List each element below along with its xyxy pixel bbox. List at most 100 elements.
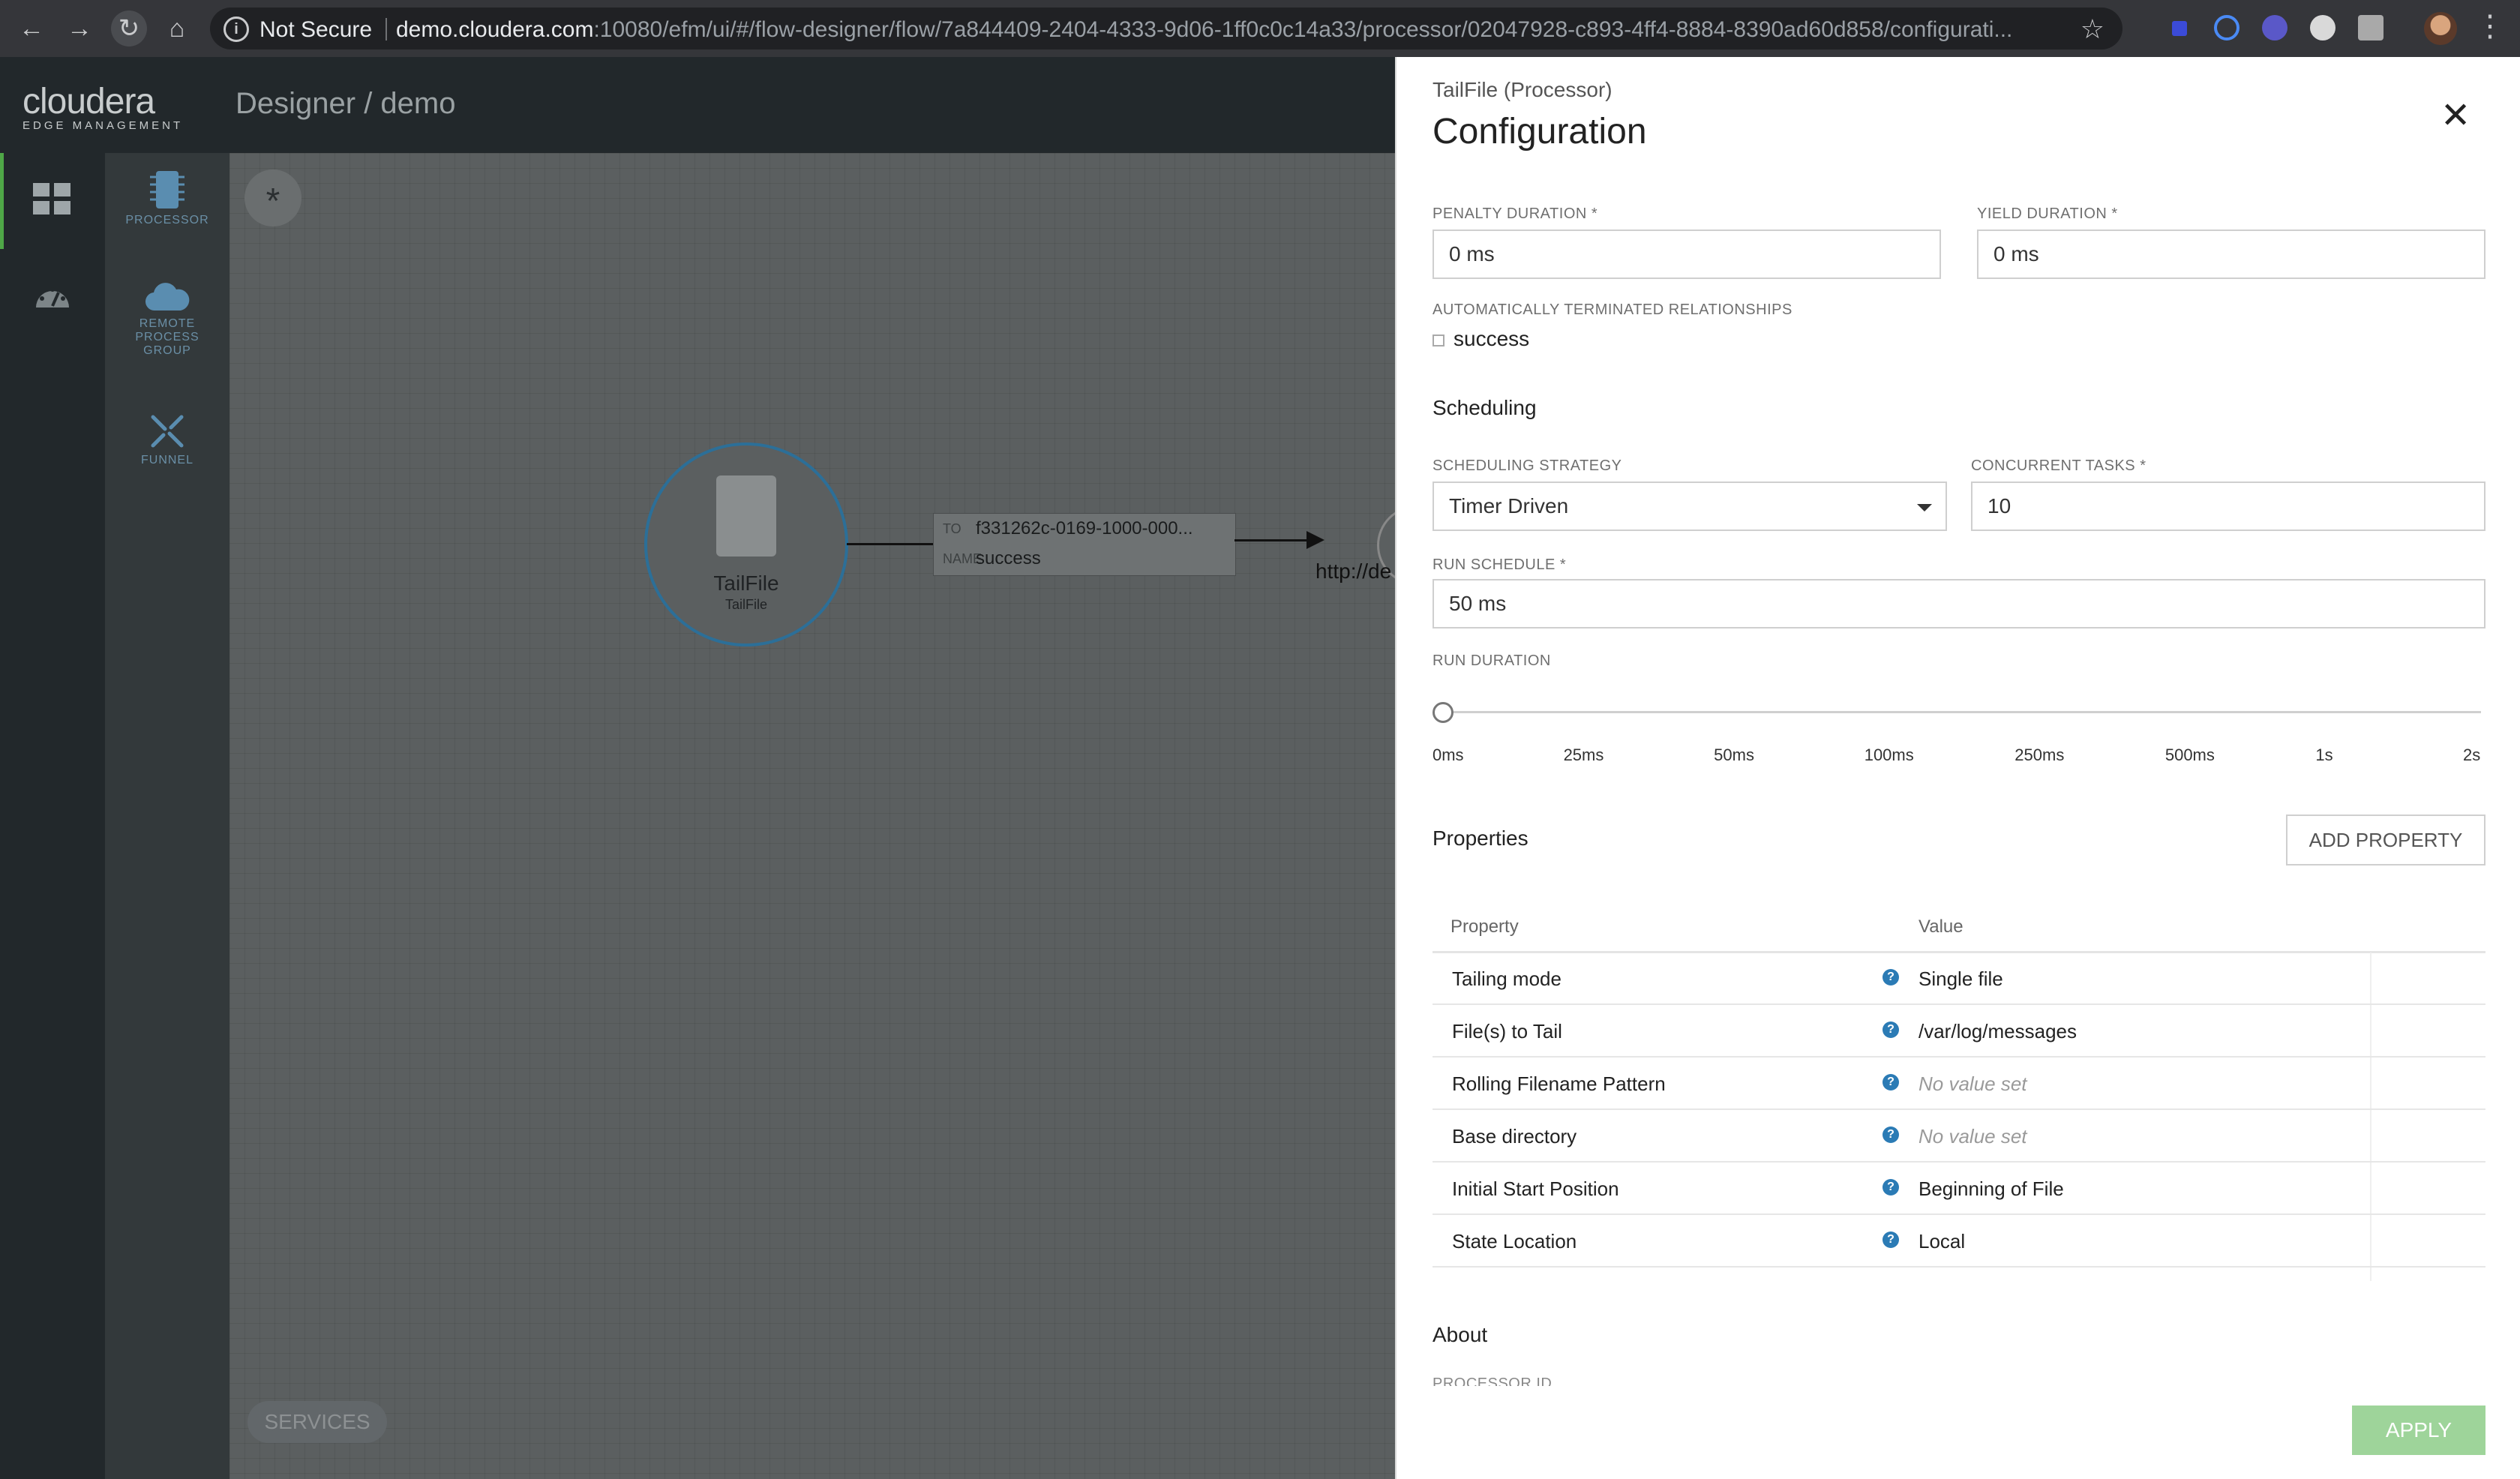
- slider-tick-label: 100ms: [1864, 746, 1914, 764]
- extension-icon[interactable]: [2262, 15, 2288, 40]
- property-value[interactable]: Beginning of File: [1918, 1178, 2064, 1201]
- processor-node-tailfile[interactable]: TailFile TailFile: [644, 442, 848, 646]
- help-icon[interactable]: ?: [1882, 969, 1899, 986]
- slider-tick-label: 500ms: [2164, 746, 2215, 764]
- add-property-button[interactable]: ADD PROPERTY: [2286, 814, 2486, 866]
- security-label: Not Secure: [260, 17, 373, 42]
- slider-tick-label: 2s: [2463, 746, 2481, 764]
- address-bar[interactable]: i Not Secure demo.cloudera.com:10080/efm…: [210, 8, 2122, 50]
- profile-avatar[interactable]: [2424, 12, 2457, 45]
- scheduling-strategy-value: Timer Driven: [1449, 494, 1569, 518]
- penalty-duration-input[interactable]: 0 ms: [1432, 230, 1941, 279]
- connection-name-value: success: [976, 548, 1041, 568]
- run-duration-slider[interactable]: [1442, 711, 2481, 713]
- about-heading: About: [1432, 1323, 1488, 1346]
- palette-funnel[interactable]: FUNNEL: [105, 412, 230, 467]
- scheduling-strategy-select[interactable]: Timer Driven: [1432, 482, 1947, 531]
- cloudera-logo[interactable]: cloudera EDGE MANAGEMENT: [22, 81, 183, 132]
- table-row[interactable]: Rolling Filename Pattern? No value set: [1432, 1058, 2486, 1110]
- processor-chip-icon: [150, 171, 184, 208]
- dashboard-grid-icon[interactable]: [33, 183, 70, 216]
- property-value[interactable]: Single file: [1918, 968, 2003, 991]
- property-value[interactable]: Local: [1918, 1230, 1965, 1253]
- palette-processor[interactable]: PROCESSOR: [105, 170, 230, 227]
- value-column-header: Value: [1918, 916, 1964, 937]
- root-group-icon[interactable]: *: [244, 170, 302, 226]
- property-name: State Location: [1452, 1230, 1577, 1252]
- logo-main: cloudera: [22, 82, 155, 122]
- column-divider: [2370, 1058, 2372, 1108]
- table-row[interactable]: Tailing mode? Single file: [1432, 952, 2486, 1005]
- run-duration-label: RUN DURATION: [1432, 652, 1551, 669]
- processor-chip-icon: [716, 476, 776, 556]
- browser-menu-icon[interactable]: ⋮: [2475, 9, 2505, 44]
- services-button[interactable]: SERVICES: [248, 1401, 387, 1443]
- run-schedule-input[interactable]: 50 ms: [1432, 579, 2486, 628]
- close-icon[interactable]: ✕: [2440, 94, 2470, 136]
- help-icon[interactable]: ?: [1882, 1232, 1899, 1248]
- success-checkbox[interactable]: [1432, 334, 1444, 346]
- help-icon[interactable]: ?: [1882, 1022, 1899, 1038]
- column-divider: [2370, 952, 2372, 1004]
- extension-icon[interactable]: [2358, 15, 2384, 40]
- property-name: Tailing mode: [1452, 968, 1562, 990]
- help-icon[interactable]: ?: [1882, 1126, 1899, 1143]
- table-row[interactable]: Base directory? No value set: [1432, 1110, 2486, 1162]
- table-row[interactable]: File(s) to Tail? /var/log/messages: [1432, 1005, 2486, 1058]
- slider-tick-label: 25ms: [1563, 746, 1604, 764]
- column-divider: [2370, 1005, 2372, 1056]
- auto-terminated-label: AUTOMATICALLY TERMINATED RELATIONSHIPS: [1432, 302, 1792, 318]
- column-divider: [2370, 1110, 2372, 1161]
- apply-button[interactable]: APPLY: [2352, 1406, 2486, 1455]
- target-label: http://de: [1316, 560, 1392, 583]
- back-icon[interactable]: ←: [14, 10, 50, 46]
- active-indicator: [0, 153, 4, 249]
- flow-canvas[interactable]: * TailFile TailFile TO f331262c-0169-100…: [230, 153, 1456, 1479]
- funnel-icon: [151, 415, 184, 448]
- chevron-down-icon: [1917, 504, 1932, 512]
- connection-label[interactable]: TO f331262c-0169-1000-000... NAME succes…: [933, 513, 1236, 576]
- yield-duration-input[interactable]: 0 ms: [1977, 230, 2486, 279]
- help-icon[interactable]: ?: [1882, 1074, 1899, 1090]
- property-value[interactable]: No value set: [1918, 1072, 2027, 1096]
- browser-toolbar: ← → ↻ ⌂ i Not Secure demo.cloudera.com:1…: [0, 0, 2520, 57]
- concurrent-tasks-label: CONCURRENT TASKS *: [1971, 458, 2146, 474]
- extension-icon[interactable]: [2310, 15, 2336, 40]
- forward-icon[interactable]: →: [62, 10, 98, 46]
- property-name: Base directory: [1452, 1125, 1577, 1148]
- slider-tick-label: 1s: [2315, 746, 2333, 764]
- extension-icon[interactable]: [2214, 15, 2240, 40]
- properties-table: Tailing mode? Single file File(s) to Tail?…: [1432, 952, 2486, 1281]
- help-icon[interactable]: ?: [1882, 1179, 1899, 1196]
- table-row[interactable]: State Location? Local: [1432, 1215, 2486, 1268]
- column-divider: [2370, 1162, 2372, 1214]
- property-name: Initial Start Position: [1452, 1178, 1619, 1200]
- success-checkbox-label[interactable]: success: [1454, 327, 1529, 351]
- connection-line[interactable]: [847, 543, 934, 545]
- connection-to-value: f331262c-0169-1000-000...: [976, 518, 1193, 538]
- table-row[interactable]: Recursive lookup?false: [1432, 1268, 2486, 1281]
- run-duration-slider-handle[interactable]: [1432, 702, 1454, 723]
- logo-sub: EDGE MANAGEMENT: [22, 119, 184, 132]
- home-icon[interactable]: ⌂: [159, 10, 195, 46]
- gauge-icon[interactable]: [33, 280, 72, 310]
- url-path: :10080/efm/ui/#/flow-designer/flow/7a844…: [593, 17, 2013, 42]
- concurrent-tasks-input[interactable]: 10: [1971, 482, 2486, 531]
- url-text[interactable]: demo.cloudera.com:10080/efm/ui/#/flow-de…: [396, 17, 2012, 43]
- property-value[interactable]: No value set: [1918, 1125, 2027, 1148]
- extension-icon[interactable]: [2172, 21, 2187, 36]
- property-value[interactable]: /var/log/messages: [1918, 1020, 2077, 1043]
- info-icon[interactable]: i: [224, 16, 249, 42]
- component-palette: PROCESSOR REMOTE PROCESS GROUP FUNNEL: [105, 153, 230, 1479]
- reload-icon[interactable]: ↻: [111, 10, 147, 46]
- table-row[interactable]: Initial Start Position? Beginning of File: [1432, 1162, 2486, 1215]
- breadcrumb: Designer / demo: [236, 87, 456, 120]
- connection-line[interactable]: [1234, 539, 1308, 542]
- palette-remote-process-group[interactable]: REMOTE PROCESS GROUP: [105, 280, 230, 358]
- bookmark-star-icon[interactable]: ☆: [2080, 14, 2104, 45]
- palette-rpg-label-3: GROUP: [143, 344, 191, 357]
- configuration-panel: TailFile (Processor) Configuration ✕ PEN…: [1395, 57, 2520, 1479]
- processor-id-label: PROCESSOR ID: [1432, 1376, 1552, 1386]
- penalty-duration-label: PENALTY DURATION *: [1432, 206, 1598, 222]
- palette-processor-label: PROCESSOR: [125, 214, 209, 226]
